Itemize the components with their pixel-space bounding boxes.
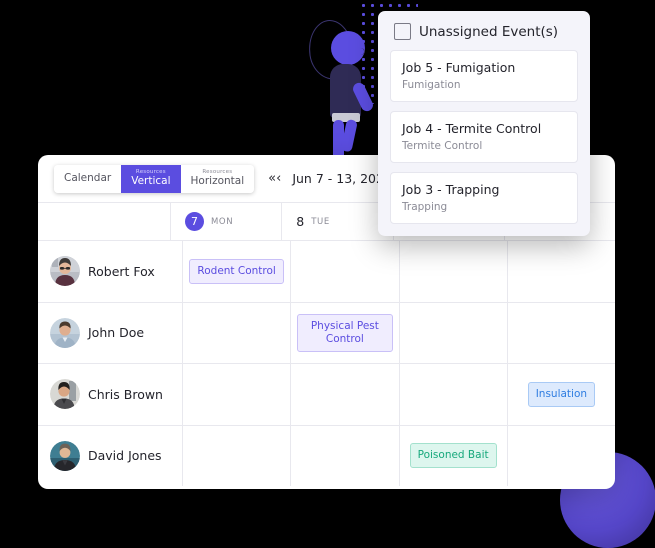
cell-john-doe-4[interactable] bbox=[508, 303, 615, 364]
cell-david-jones-4[interactable] bbox=[508, 426, 615, 487]
resource-name: David Jones bbox=[88, 448, 162, 464]
job-subtitle: Fumigation bbox=[402, 79, 461, 91]
cell-robert-fox-mon[interactable]: Rodent Control bbox=[183, 241, 292, 302]
table-row: Chris Brown Insulation bbox=[38, 364, 615, 426]
unassigned-events-popup: Unassigned Event(s) Job 5 - Fumigation F… bbox=[378, 11, 590, 236]
list-item[interactable]: Job 4 - Termite Control Termite Control bbox=[390, 111, 578, 163]
resource-cell-john-doe[interactable]: John Doe bbox=[38, 302, 183, 363]
table-row: Robert Fox Rodent Control bbox=[38, 241, 615, 303]
view-switcher[interactable]: Calendar Resources Vertical Resources Ho… bbox=[54, 164, 255, 193]
cell-john-doe-tue[interactable]: Physical Pest Control bbox=[291, 302, 400, 363]
table-row: John Doe Physical Pest Control bbox=[38, 302, 615, 364]
chevron-left-icon[interactable]: ‹ bbox=[276, 171, 281, 186]
job-title: Job 3 - Trapping bbox=[402, 182, 500, 197]
job-subtitle: Trapping bbox=[402, 201, 448, 213]
date-range-label: Jun 7 - 13, 2021 bbox=[292, 171, 392, 186]
resource-name: Chris Brown bbox=[88, 386, 163, 402]
job-subtitle: Termite Control bbox=[402, 140, 483, 152]
chevron-double-left-icon[interactable]: « bbox=[268, 171, 276, 186]
job-title: Job 4 - Termite Control bbox=[402, 121, 542, 136]
view-resources-horizontal-label: Horizontal bbox=[190, 175, 245, 188]
cell-david-jones-mon[interactable] bbox=[183, 425, 292, 486]
cell-chris-brown-mon[interactable] bbox=[183, 364, 292, 425]
cell-chris-brown-tue[interactable] bbox=[291, 364, 400, 425]
view-calendar-button[interactable]: Calendar bbox=[54, 164, 122, 193]
event-chip[interactable]: Rodent Control bbox=[189, 258, 284, 284]
resource-cell-david-jones[interactable]: David Jones bbox=[38, 425, 183, 486]
day-dow-mon: MON bbox=[211, 216, 234, 227]
checkbox-unchecked-icon[interactable] bbox=[394, 23, 411, 40]
date-nav-arrows[interactable]: « ‹ bbox=[268, 171, 281, 186]
event-chip[interactable]: Physical Pest Control bbox=[297, 313, 393, 352]
avatar-david-jones bbox=[50, 440, 80, 471]
unassigned-events-header: Unassigned Event(s) bbox=[390, 21, 578, 50]
cell-robert-fox-4[interactable] bbox=[508, 241, 615, 302]
event-chip[interactable]: Insulation bbox=[527, 381, 596, 407]
cell-robert-fox-tue[interactable] bbox=[291, 241, 400, 302]
view-resources-vertical-label: Vertical bbox=[131, 175, 171, 188]
cell-chris-brown-3[interactable] bbox=[400, 364, 508, 425]
resource-column-header bbox=[38, 203, 171, 240]
resource-name: John Doe bbox=[88, 325, 145, 341]
cell-david-jones-3[interactable]: Poisoned Bait bbox=[400, 425, 508, 486]
view-resources-vertical-button[interactable]: Resources Vertical bbox=[121, 164, 181, 193]
resource-cell-chris-brown[interactable]: Chris Brown bbox=[38, 364, 183, 425]
day-dow-tue: TUE bbox=[311, 216, 330, 227]
unassigned-events-title: Unassigned Event(s) bbox=[419, 23, 559, 40]
person-face-icon bbox=[356, 48, 365, 55]
cell-chris-brown-4[interactable]: Insulation bbox=[508, 364, 615, 425]
cell-john-doe-3[interactable] bbox=[400, 302, 508, 363]
view-calendar-label: Calendar bbox=[64, 172, 112, 185]
cell-david-jones-tue[interactable] bbox=[291, 425, 400, 486]
cell-robert-fox-3[interactable] bbox=[400, 241, 508, 302]
day-number-tue: 8 bbox=[296, 214, 305, 229]
page-background: Calendar Resources Vertical Resources Ho… bbox=[0, 0, 655, 548]
list-item[interactable]: Job 3 - Trapping Trapping bbox=[390, 172, 578, 224]
avatar-robert-fox bbox=[50, 256, 80, 287]
resource-name: Robert Fox bbox=[88, 263, 155, 279]
resource-cell-robert-fox[interactable]: Robert Fox bbox=[38, 241, 183, 302]
event-chip[interactable]: Poisoned Bait bbox=[409, 443, 497, 469]
table-row: David Jones Poisoned Bait bbox=[38, 425, 615, 487]
day-number-mon: 7 bbox=[185, 212, 204, 231]
view-resources-horizontal-button[interactable]: Resources Horizontal bbox=[180, 164, 255, 193]
avatar-chris-brown bbox=[50, 379, 80, 410]
cell-john-doe-mon[interactable] bbox=[183, 302, 292, 363]
avatar-john-doe bbox=[50, 317, 80, 348]
day-header-tue[interactable]: 8 TUE bbox=[282, 203, 394, 240]
day-header-mon[interactable]: 7 MON bbox=[171, 203, 283, 240]
job-title: Job 5 - Fumigation bbox=[402, 60, 516, 75]
list-item[interactable]: Job 5 - Fumigation Fumigation bbox=[390, 50, 578, 102]
